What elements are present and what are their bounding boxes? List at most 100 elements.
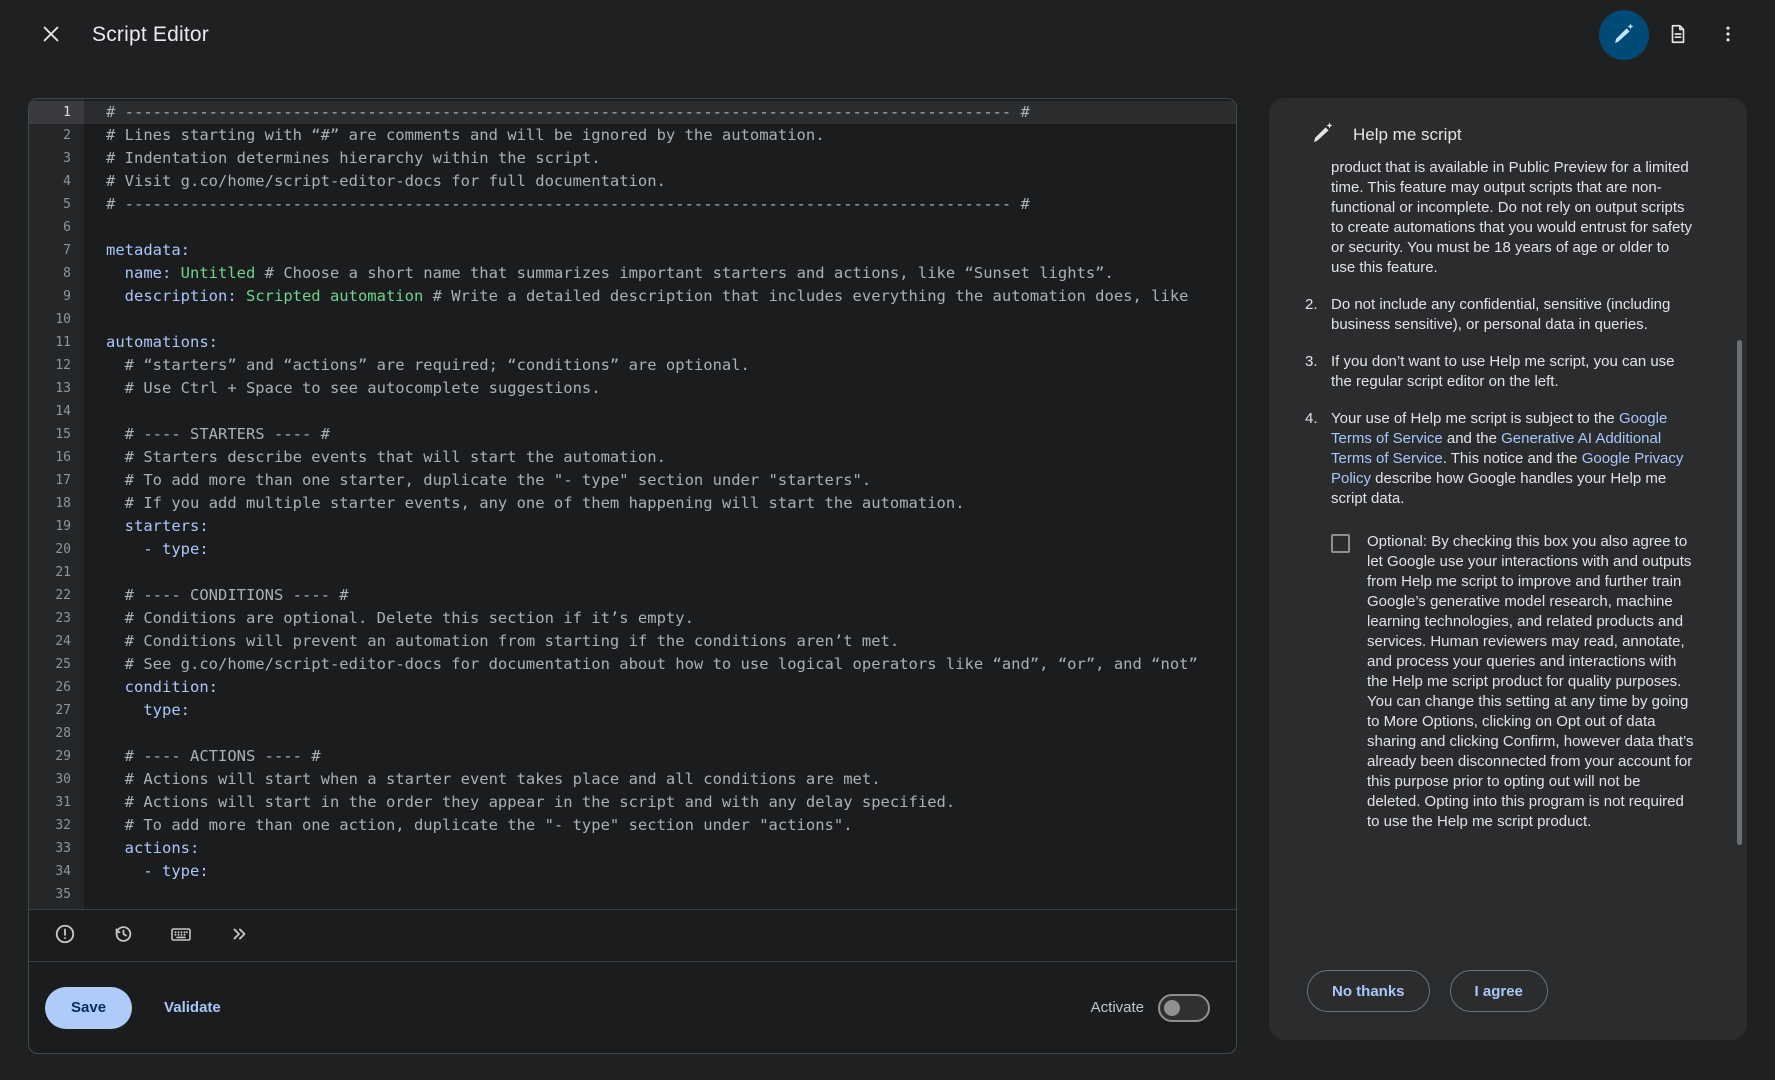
code-line-text: type: [84,699,190,722]
data-sharing-checkbox[interactable] [1331,534,1350,553]
code-line-text: # Lines starting with “#” are comments a… [84,124,825,147]
code-line-text: # “starters” and “actions” are required;… [84,354,750,377]
activate-toggle[interactable] [1158,994,1210,1022]
line-number: 29 [29,745,84,768]
code-line-text: starters: [84,515,209,538]
code-line-11[interactable]: 11automations: [29,331,1236,354]
line-number: 24 [29,630,84,653]
version-history-button[interactable] [101,916,145,956]
code-line-text: # --------------------------------------… [84,193,1030,216]
line-number: 8 [29,262,84,285]
code-line-26[interactable]: 26 condition: [29,676,1236,699]
code-line-15[interactable]: 15 # ---- STARTERS ---- # [29,423,1236,446]
line-number: 17 [29,469,84,492]
editor-toolbar [29,909,1236,961]
terms-item: 2.Do not include any confidential, sensi… [1305,295,1695,335]
code-line-6[interactable]: 6 [29,216,1236,239]
toggle-knob [1164,1000,1180,1016]
code-line-9[interactable]: 9 description: Scripted automation # Wri… [29,285,1236,308]
more-options-button[interactable] [1707,14,1749,56]
code-line-34[interactable]: 34 - type: [29,860,1236,883]
code-line-14[interactable]: 14 [29,400,1236,423]
problems-button[interactable] [43,916,87,956]
line-number: 25 [29,653,84,676]
code-line-7[interactable]: 7metadata: [29,239,1236,262]
terms-paragraph: Your use of Help me script is subject to… [1331,409,1695,509]
code-line-35[interactable]: 35 [29,883,1236,906]
line-number: 1 [29,101,84,124]
code-line-30[interactable]: 30 # Actions will start when a starter e… [29,768,1236,791]
optional-consent-text: Optional: By checking this box you also … [1367,532,1695,832]
no-thanks-button[interactable]: No thanks [1307,970,1430,1012]
code-line-33[interactable]: 33 actions: [29,837,1236,860]
line-number: 27 [29,699,84,722]
help-panel-header: Help me script [1269,98,1747,160]
code-line-10[interactable]: 10 [29,308,1236,331]
code-line-text: metadata: [84,239,190,262]
code-line-16[interactable]: 16 # Starters describe events that will … [29,446,1236,469]
terms-item-number: 4. [1305,409,1318,429]
line-number: 12 [29,354,84,377]
code-line-21[interactable]: 21 [29,561,1236,584]
code-line-5[interactable]: 5# -------------------------------------… [29,193,1236,216]
code-line-text: # To add more than one starter, duplicat… [84,469,871,492]
more-vert-icon [1718,24,1738,47]
line-number: 30 [29,768,84,791]
line-number: 13 [29,377,84,400]
double-chevron-icon [228,923,250,948]
terms-paragraph: Do not include any confidential, sensiti… [1331,295,1695,335]
code-line-27[interactable]: 27 type: [29,699,1236,722]
line-number: 14 [29,400,84,423]
code-line-text: # --------------------------------------… [84,101,1030,124]
save-button[interactable]: Save [45,987,132,1029]
code-line-17[interactable]: 17 # To add more than one starter, dupli… [29,469,1236,492]
code-line-31[interactable]: 31 # Actions will start in the order the… [29,791,1236,814]
code-line-text [84,308,106,331]
code-line-text: # Indentation determines hierarchy withi… [84,147,601,170]
scrollbar-thumb[interactable] [1737,340,1742,845]
code-line-19[interactable]: 19 starters: [29,515,1236,538]
code-line-28[interactable]: 28 [29,722,1236,745]
code-line-18[interactable]: 18 # If you add multiple starter events,… [29,492,1236,515]
header-actions [1599,10,1749,60]
code-line-text: # Actions will start when a starter even… [84,768,881,791]
code-line-25[interactable]: 25 # See g.co/home/script-editor-docs fo… [29,653,1236,676]
code-line-text: # To add more than one action, duplicate… [84,814,853,837]
script-docs-button[interactable] [1657,14,1699,56]
code-line-text: # ---- ACTIONS ---- # [84,745,321,768]
code-line-text: - type: [84,538,209,561]
code-line-8[interactable]: 8 name: Untitled # Choose a short name t… [29,262,1236,285]
i-agree-button[interactable]: I agree [1450,970,1548,1012]
line-number: 7 [29,239,84,262]
code-line-23[interactable]: 23 # Conditions are optional. Delete thi… [29,607,1236,630]
pen-spark-icon [1311,121,1335,150]
code-line-text [84,216,106,239]
close-button[interactable] [30,14,72,56]
code-line-12[interactable]: 12 # “starters” and “actions” are requir… [29,354,1236,377]
line-number: 15 [29,423,84,446]
code-line-3[interactable]: 3# Indentation determines hierarchy with… [29,147,1236,170]
code-line-13[interactable]: 13 # Use Ctrl + Space to see autocomplet… [29,377,1236,400]
validate-button[interactable]: Validate [148,989,237,1026]
code-line-4[interactable]: 4# Visit g.co/home/script-editor-docs fo… [29,170,1236,193]
terms-item: 4. Your use of Help me script is subject … [1305,409,1695,509]
code-line-32[interactable]: 32 # To add more than one action, duplic… [29,814,1236,837]
line-number: 19 [29,515,84,538]
code-line-22[interactable]: 22 # ---- CONDITIONS ---- # [29,584,1236,607]
line-number: 35 [29,883,84,906]
code-line-1[interactable]: 1# -------------------------------------… [29,101,1236,124]
help-consent-buttons: No thanks I agree [1269,954,1747,1040]
code-line-2[interactable]: 2# Lines starting with “#” are comments … [29,124,1236,147]
pen-spark-icon [1612,22,1636,49]
code-line-20[interactable]: 20 - type: [29,538,1236,561]
code-editor[interactable]: 1# -------------------------------------… [29,99,1236,909]
code-line-29[interactable]: 29 # ---- ACTIONS ---- # [29,745,1236,768]
optional-consent-row: Optional: By checking this box you also … [1305,532,1695,832]
keyboard-icon [169,922,193,949]
code-line-24[interactable]: 24 # Conditions will prevent an automati… [29,630,1236,653]
keyboard-button[interactable] [159,916,203,956]
activate-label: Activate [1091,999,1144,1016]
expand-toolbar-button[interactable] [217,916,261,956]
code-line-text: description: Scripted automation # Write… [84,285,1189,308]
help-me-script-button[interactable] [1599,10,1649,60]
